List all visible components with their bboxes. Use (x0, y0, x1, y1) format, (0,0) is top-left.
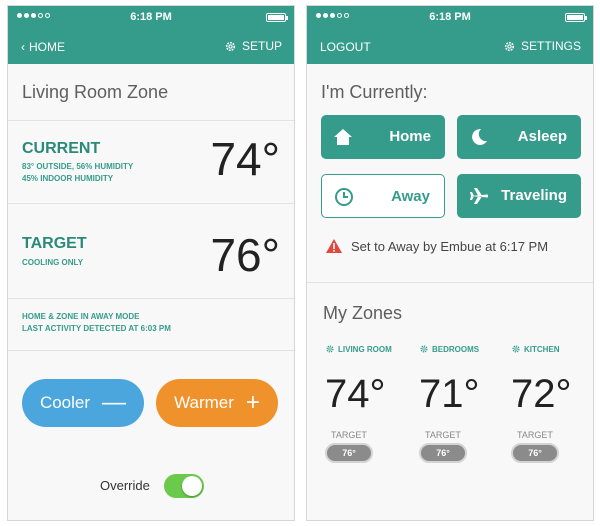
cooler-button[interactable]: Cooler — (22, 379, 144, 427)
zone-target-label: TARGET (331, 430, 367, 440)
mode-label: Home (389, 128, 431, 145)
mode-asleep-button[interactable]: Asleep (457, 115, 581, 159)
zone-temp: 71° (419, 372, 480, 416)
setup-label: SETUP (241, 39, 282, 53)
status-bar: 6:18 PM (8, 10, 294, 26)
gear-icon (512, 345, 520, 353)
status-time: 6:18 PM (429, 11, 471, 23)
zone-detail-screen: 6:18 PM ‹ HOME SETUP Living Room Zone CU… (7, 5, 295, 521)
battery-icon (565, 13, 587, 22)
current-label: CURRENT (22, 140, 101, 157)
back-button[interactable]: ‹ HOME (21, 40, 65, 54)
mode-away-button[interactable]: Away (321, 174, 445, 218)
warmer-label: Warmer (174, 393, 234, 412)
gear-icon (326, 345, 334, 353)
mode-label: Traveling (501, 187, 567, 204)
status-bar: 6:18 PM (307, 10, 593, 26)
zone-target-label: TARGET (425, 430, 461, 440)
cooler-label: Cooler (39, 393, 91, 412)
current-detail-outside: 83° OUTSIDE, 56% HUMIDITY (22, 162, 134, 171)
moon-icon (472, 128, 487, 145)
gear-icon (225, 41, 236, 51)
clock-icon (335, 188, 353, 206)
override-label: Override (100, 478, 150, 493)
status-time: 6:18 PM (130, 11, 172, 23)
mode-traveling-button[interactable]: Traveling (457, 174, 581, 218)
house-icon (334, 129, 352, 145)
last-activity-info: LAST ACTIVITY DETECTED AT 6:03 PM (22, 324, 171, 333)
divider (8, 120, 294, 121)
alert-text: Set to Away by Embue at 6:17 PM (351, 238, 549, 254)
divider (8, 350, 294, 351)
logout-label: LOGOUT (320, 40, 371, 54)
mode-label: Away (391, 188, 430, 205)
zone-target-badge: 76° (419, 443, 467, 463)
app-header: 6:18 PM ‹ HOME SETUP (8, 6, 294, 64)
zone-name: BEDROOMS (419, 342, 499, 356)
battery-icon (266, 13, 288, 22)
target-label: TARGET (22, 235, 87, 252)
away-mode-info: HOME & ZONE IN AWAY MODE (22, 312, 140, 321)
zone-card-kitchen[interactable]: KITCHEN 72° TARGET 76° (511, 342, 591, 463)
gear-icon (420, 345, 428, 353)
currently-title: I'm Currently: (321, 82, 428, 102)
zone-temp: 74° (325, 372, 386, 416)
zone-name-text: BEDROOMS (432, 344, 480, 354)
minus-icon: — (102, 389, 127, 416)
chevron-left-icon: ‹ (21, 40, 25, 54)
zone-target-label: TARGET (517, 430, 553, 440)
divider (307, 282, 593, 283)
logout-button[interactable]: LOGOUT (320, 40, 371, 54)
zone-target-badge: 76° (511, 443, 559, 463)
warmer-button[interactable]: Warmer + (156, 379, 278, 427)
app-header: 6:18 PM LOGOUT SETTINGS (307, 6, 593, 64)
target-detail: COOLING ONLY (22, 258, 84, 267)
zone-name-text: KITCHEN (524, 344, 560, 354)
warning-icon (326, 239, 342, 253)
settings-button[interactable]: SETTINGS (503, 39, 581, 53)
zone-name: LIVING ROOM (325, 342, 405, 356)
home-screen: 6:18 PM LOGOUT SETTINGS I'm Currently: H… (306, 5, 594, 521)
gear-icon (504, 41, 515, 51)
zone-target-badge: 76° (325, 443, 373, 463)
mode-home-button[interactable]: Home (321, 115, 445, 159)
my-zones-title: My Zones (323, 303, 403, 323)
airplane-icon (470, 188, 488, 204)
override-toggle[interactable] (164, 474, 204, 498)
zone-temp: 72° (511, 372, 572, 416)
mode-alert: Set to Away by Embue at 6:17 PM (325, 238, 548, 254)
zone-name: KITCHEN (511, 342, 591, 356)
zone-card-living-room[interactable]: LIVING ROOM 74° TARGET 76° (325, 342, 405, 463)
zone-card-bedrooms[interactable]: BEDROOMS 71° TARGET 76° (419, 342, 499, 463)
plus-icon: + (245, 389, 260, 416)
back-label: HOME (29, 40, 65, 54)
settings-label: SETTINGS (520, 39, 581, 53)
zone-title: Living Room Zone (22, 82, 169, 102)
divider (8, 298, 294, 299)
mode-label: Asleep (517, 128, 567, 145)
target-temp: 76° (210, 229, 280, 281)
current-temp: 74° (210, 133, 280, 185)
current-detail-indoor: 45% INDOOR HUMIDITY (22, 174, 114, 183)
zone-name-text: LIVING ROOM (338, 344, 392, 354)
toggle-knob (182, 476, 202, 496)
divider (8, 203, 294, 204)
setup-button[interactable]: SETUP (224, 39, 282, 53)
